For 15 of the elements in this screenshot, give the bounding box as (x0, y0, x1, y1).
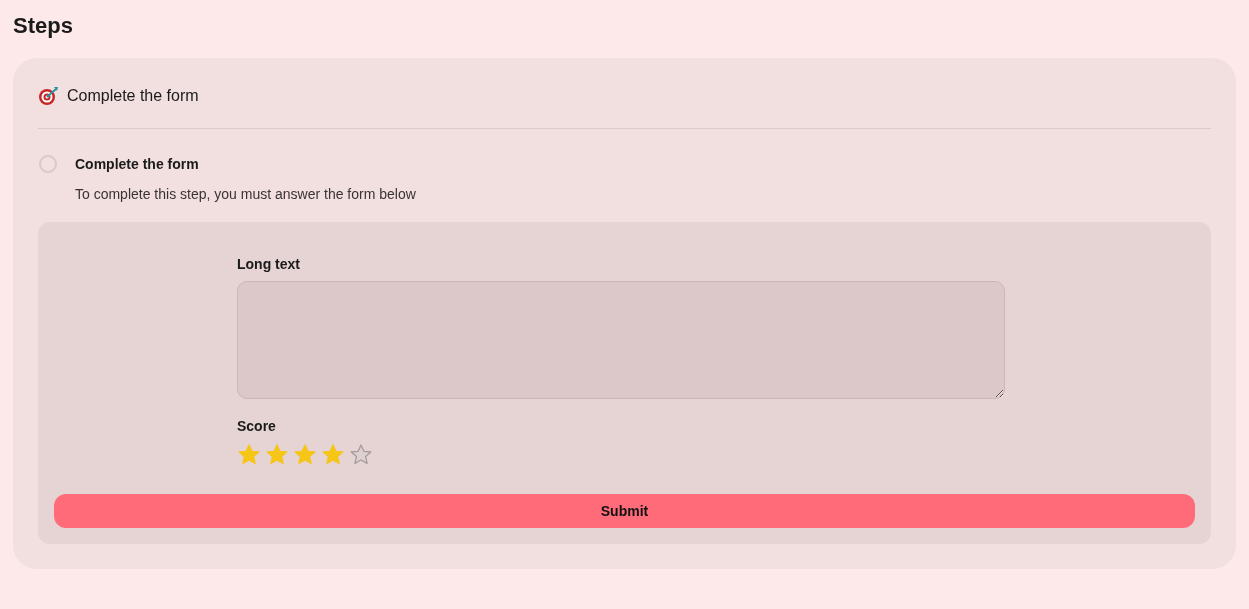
star-rating[interactable] (237, 443, 373, 467)
empty-star-icon[interactable] (349, 443, 373, 467)
filled-star-icon[interactable] (265, 443, 289, 467)
filled-star-icon[interactable] (293, 443, 317, 467)
target-icon (38, 86, 59, 106)
step-description: To complete this step, you must answer the form below (75, 185, 416, 204)
field-label: Score (237, 417, 276, 435)
filled-star-icon[interactable] (237, 443, 261, 467)
step-title: Complete the form (75, 155, 200, 174)
field-label: Long text (237, 255, 300, 273)
text-area[interactable] (237, 281, 1005, 399)
card-title: Complete the form (67, 86, 199, 106)
page-title: Steps (13, 12, 74, 40)
submit-button[interactable]: Submit (54, 494, 1195, 528)
filled-star-icon[interactable] (321, 443, 345, 467)
